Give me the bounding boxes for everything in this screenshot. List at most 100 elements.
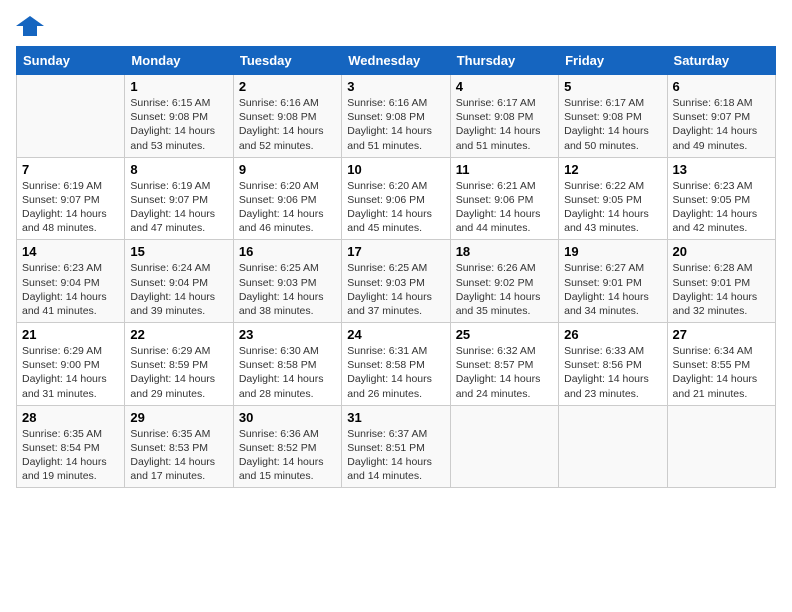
cell-content: Sunrise: 6:35 AM Sunset: 8:54 PM Dayligh… (22, 427, 119, 484)
cell-content: Sunrise: 6:36 AM Sunset: 8:52 PM Dayligh… (239, 427, 336, 484)
calendar-cell: 4 Sunrise: 6:17 AM Sunset: 9:08 PM Daylig… (450, 75, 558, 158)
cell-content: Sunrise: 6:28 AM Sunset: 9:01 PM Dayligh… (673, 261, 770, 318)
calendar-cell (450, 405, 558, 488)
day-number: 16 (239, 244, 336, 259)
calendar-cell: 1 Sunrise: 6:15 AM Sunset: 9:08 PM Daylig… (125, 75, 233, 158)
day-number: 5 (564, 79, 661, 94)
header-cell-monday: Monday (125, 47, 233, 75)
header-cell-saturday: Saturday (667, 47, 775, 75)
calendar-cell: 22 Sunrise: 6:29 AM Sunset: 8:59 PM Dayli… (125, 323, 233, 406)
calendar-cell: 14Sunrise: 6:23 AM Sunset: 9:04 PM Dayli… (17, 240, 125, 323)
header-cell-sunday: Sunday (17, 47, 125, 75)
day-number: 29 (130, 410, 227, 425)
logo (16, 16, 48, 36)
header-cell-tuesday: Tuesday (233, 47, 341, 75)
day-number: 21 (22, 327, 119, 342)
header-cell-thursday: Thursday (450, 47, 558, 75)
cell-content: Sunrise: 6:35 AM Sunset: 8:53 PM Dayligh… (130, 427, 227, 484)
week-row-3: 14Sunrise: 6:23 AM Sunset: 9:04 PM Dayli… (17, 240, 776, 323)
calendar-cell: 11Sunrise: 6:21 AM Sunset: 9:06 PM Dayli… (450, 157, 558, 240)
day-number: 9 (239, 162, 336, 177)
calendar-cell: 27 Sunrise: 6:34 AM Sunset: 8:55 PM Dayli… (667, 323, 775, 406)
calendar-cell: 8 Sunrise: 6:19 AM Sunset: 9:07 PM Daylig… (125, 157, 233, 240)
week-row-1: 1 Sunrise: 6:15 AM Sunset: 9:08 PM Daylig… (17, 75, 776, 158)
cell-content: Sunrise: 6:24 AM Sunset: 9:04 PM Dayligh… (130, 261, 227, 318)
week-row-4: 21Sunrise: 6:29 AM Sunset: 9:00 PM Dayli… (17, 323, 776, 406)
cell-content: Sunrise: 6:25 AM Sunset: 9:03 PM Dayligh… (347, 261, 444, 318)
day-number: 22 (130, 327, 227, 342)
calendar-cell: 15 Sunrise: 6:24 AM Sunset: 9:04 PM Dayli… (125, 240, 233, 323)
cell-content: Sunrise: 6:19 AM Sunset: 9:07 PM Dayligh… (22, 179, 119, 236)
day-number: 3 (347, 79, 444, 94)
cell-content: Sunrise: 6:29 AM Sunset: 8:59 PM Dayligh… (130, 344, 227, 401)
day-number: 24 (347, 327, 444, 342)
cell-content: Sunrise: 6:23 AM Sunset: 9:05 PM Dayligh… (673, 179, 770, 236)
day-number: 18 (456, 244, 553, 259)
calendar-cell: 20 Sunrise: 6:28 AM Sunset: 9:01 PM Dayli… (667, 240, 775, 323)
calendar-cell: 30 Sunrise: 6:36 AM Sunset: 8:52 PM Dayli… (233, 405, 341, 488)
day-number: 15 (130, 244, 227, 259)
day-number: 28 (22, 410, 119, 425)
calendar-cell (667, 405, 775, 488)
cell-content: Sunrise: 6:19 AM Sunset: 9:07 PM Dayligh… (130, 179, 227, 236)
header-cell-wednesday: Wednesday (342, 47, 450, 75)
day-number: 1 (130, 79, 227, 94)
day-number: 26 (564, 327, 661, 342)
cell-content: Sunrise: 6:17 AM Sunset: 9:08 PM Dayligh… (456, 96, 553, 153)
calendar-cell: 7 Sunrise: 6:19 AM Sunset: 9:07 PM Daylig… (17, 157, 125, 240)
calendar-cell: 21Sunrise: 6:29 AM Sunset: 9:00 PM Dayli… (17, 323, 125, 406)
day-number: 31 (347, 410, 444, 425)
day-number: 7 (22, 162, 119, 177)
calendar-cell: 13Sunrise: 6:23 AM Sunset: 9:05 PM Dayli… (667, 157, 775, 240)
calendar-cell: 3 Sunrise: 6:16 AM Sunset: 9:08 PM Daylig… (342, 75, 450, 158)
day-number: 4 (456, 79, 553, 94)
day-number: 12 (564, 162, 661, 177)
calendar-cell: 17 Sunrise: 6:25 AM Sunset: 9:03 PM Dayli… (342, 240, 450, 323)
week-row-2: 7 Sunrise: 6:19 AM Sunset: 9:07 PM Daylig… (17, 157, 776, 240)
cell-content: Sunrise: 6:26 AM Sunset: 9:02 PM Dayligh… (456, 261, 553, 318)
cell-content: Sunrise: 6:25 AM Sunset: 9:03 PM Dayligh… (239, 261, 336, 318)
cell-content: Sunrise: 6:34 AM Sunset: 8:55 PM Dayligh… (673, 344, 770, 401)
calendar-cell: 18 Sunrise: 6:26 AM Sunset: 9:02 PM Dayli… (450, 240, 558, 323)
day-number: 10 (347, 162, 444, 177)
day-number: 30 (239, 410, 336, 425)
calendar-cell: 25 Sunrise: 6:32 AM Sunset: 8:57 PM Dayli… (450, 323, 558, 406)
cell-content: Sunrise: 6:16 AM Sunset: 9:08 PM Dayligh… (239, 96, 336, 153)
calendar-cell: 28 Sunrise: 6:35 AM Sunset: 8:54 PM Dayli… (17, 405, 125, 488)
day-number: 2 (239, 79, 336, 94)
calendar-cell: 26Sunrise: 6:33 AM Sunset: 8:56 PM Dayli… (559, 323, 667, 406)
cell-content: Sunrise: 6:20 AM Sunset: 9:06 PM Dayligh… (239, 179, 336, 236)
day-number: 27 (673, 327, 770, 342)
calendar-cell: 12 Sunrise: 6:22 AM Sunset: 9:05 PM Dayli… (559, 157, 667, 240)
logo-icon (16, 16, 44, 36)
day-number: 20 (673, 244, 770, 259)
calendar-cell: 9 Sunrise: 6:20 AM Sunset: 9:06 PM Daylig… (233, 157, 341, 240)
cell-content: Sunrise: 6:16 AM Sunset: 9:08 PM Dayligh… (347, 96, 444, 153)
calendar-table: SundayMondayTuesdayWednesdayThursdayFrid… (16, 46, 776, 488)
calendar-cell: 31Sunrise: 6:37 AM Sunset: 8:51 PM Dayli… (342, 405, 450, 488)
day-number: 17 (347, 244, 444, 259)
calendar-cell: 16 Sunrise: 6:25 AM Sunset: 9:03 PM Dayli… (233, 240, 341, 323)
cell-content: Sunrise: 6:17 AM Sunset: 9:08 PM Dayligh… (564, 96, 661, 153)
calendar-cell: 23 Sunrise: 6:30 AM Sunset: 8:58 PM Dayli… (233, 323, 341, 406)
calendar-cell: 24Sunrise: 6:31 AM Sunset: 8:58 PM Dayli… (342, 323, 450, 406)
cell-content: Sunrise: 6:32 AM Sunset: 8:57 PM Dayligh… (456, 344, 553, 401)
week-row-5: 28 Sunrise: 6:35 AM Sunset: 8:54 PM Dayli… (17, 405, 776, 488)
cell-content: Sunrise: 6:20 AM Sunset: 9:06 PM Dayligh… (347, 179, 444, 236)
cell-content: Sunrise: 6:15 AM Sunset: 9:08 PM Dayligh… (130, 96, 227, 153)
day-number: 6 (673, 79, 770, 94)
day-number: 23 (239, 327, 336, 342)
cell-content: Sunrise: 6:30 AM Sunset: 8:58 PM Dayligh… (239, 344, 336, 401)
day-number: 25 (456, 327, 553, 342)
cell-content: Sunrise: 6:23 AM Sunset: 9:04 PM Dayligh… (22, 261, 119, 318)
day-number: 11 (456, 162, 553, 177)
day-number: 19 (564, 244, 661, 259)
header-cell-friday: Friday (559, 47, 667, 75)
cell-content: Sunrise: 6:22 AM Sunset: 9:05 PM Dayligh… (564, 179, 661, 236)
page-header (16, 16, 776, 36)
calendar-cell: 6 Sunrise: 6:18 AM Sunset: 9:07 PM Daylig… (667, 75, 775, 158)
day-number: 8 (130, 162, 227, 177)
calendar-body: 1 Sunrise: 6:15 AM Sunset: 9:08 PM Daylig… (17, 75, 776, 488)
calendar-cell: 10 Sunrise: 6:20 AM Sunset: 9:06 PM Dayli… (342, 157, 450, 240)
cell-content: Sunrise: 6:18 AM Sunset: 9:07 PM Dayligh… (673, 96, 770, 153)
